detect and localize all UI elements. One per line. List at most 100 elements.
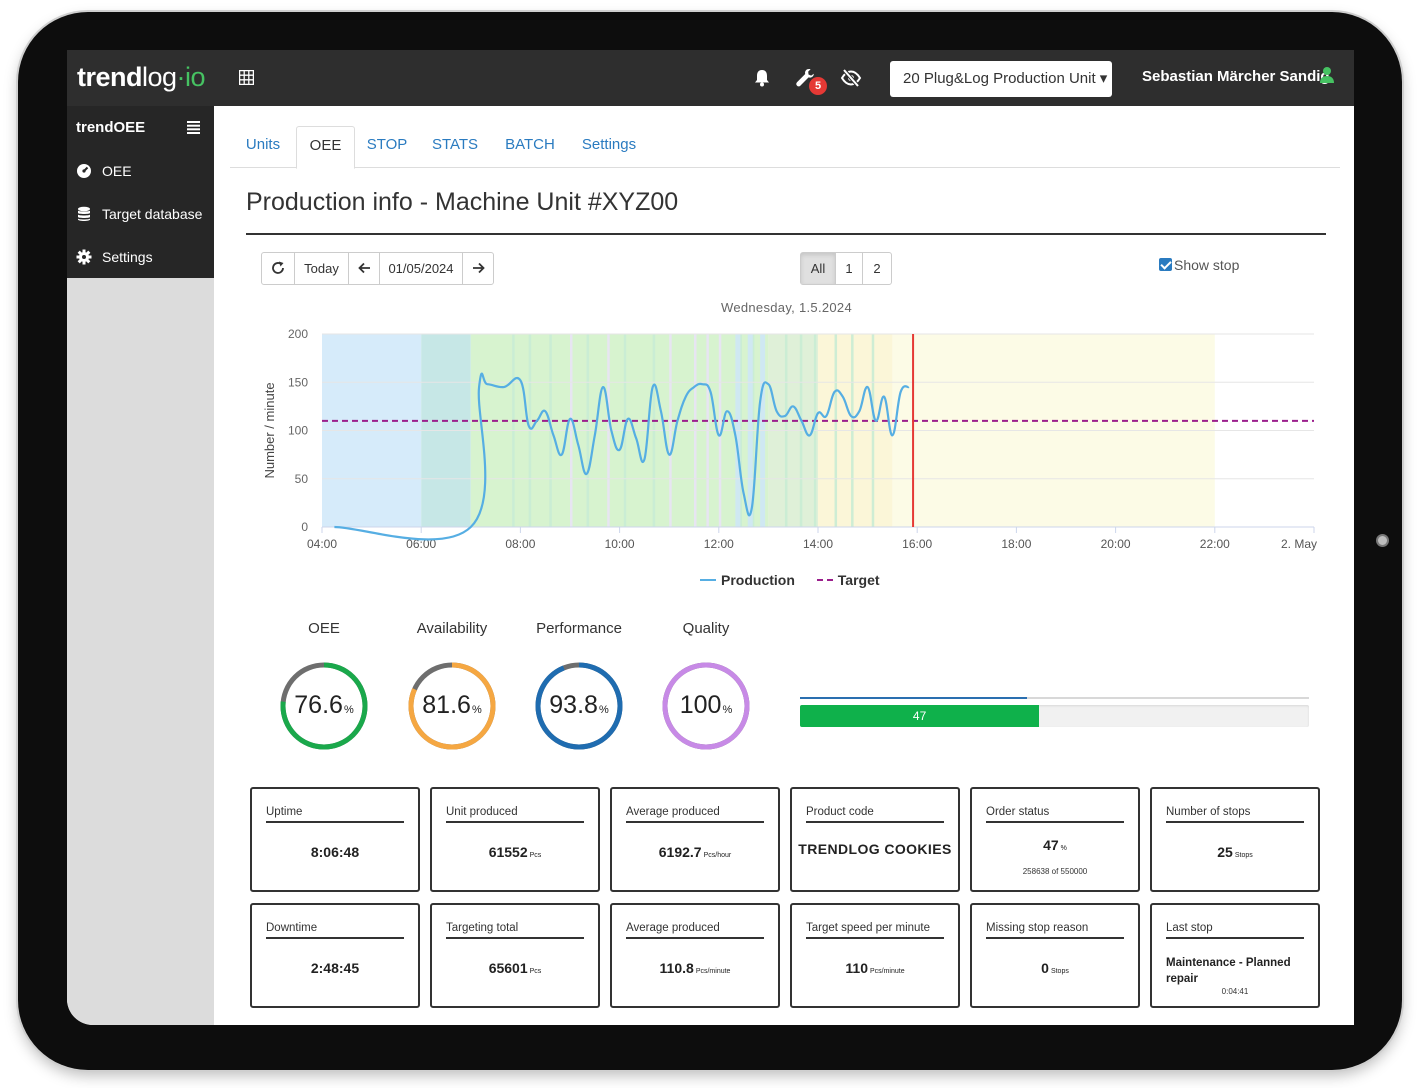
card-value: 61552 Pcs xyxy=(432,844,598,860)
database-icon xyxy=(78,206,90,221)
shift-2-button[interactable]: 2 xyxy=(863,253,891,284)
hamburger-menu-icon[interactable] xyxy=(187,120,200,134)
tab-stop[interactable]: STOP xyxy=(355,126,419,168)
tab-stats[interactable]: STATS xyxy=(419,126,491,168)
sidebar-item-target-database[interactable]: Target database xyxy=(76,204,202,224)
gauge-title: Quality xyxy=(682,620,730,637)
chart-x-tick-label: 10:00 xyxy=(605,537,635,551)
legend-target-swatch xyxy=(816,579,833,581)
gauge-availability: Availability 81.6% xyxy=(402,620,502,760)
grid-icon[interactable] xyxy=(239,70,254,85)
gauge-unit: % xyxy=(471,704,482,716)
kpi-card-missing-stop-reason: Missing stop reason 0 Stops xyxy=(970,903,1140,1008)
order-progress-bar: 47 xyxy=(800,705,1040,727)
chart-x-tick-label: 18:00 xyxy=(1001,537,1031,551)
gauge-quality: Quality 100% xyxy=(656,620,756,760)
gauge-oee: OEE 76.6% xyxy=(274,620,374,760)
card-value: 2:48:45 xyxy=(252,960,418,976)
camera-icon xyxy=(1376,534,1389,547)
refresh-button[interactable] xyxy=(262,253,295,284)
tab-units[interactable]: Units xyxy=(230,126,296,168)
sidebar-item-oee[interactable]: OEE xyxy=(76,161,132,181)
card-number: 65601 xyxy=(488,960,528,976)
card-number: 61552 xyxy=(488,844,528,860)
legend-production[interactable]: Production xyxy=(700,572,795,588)
legend-production-label: Production xyxy=(721,572,795,588)
card-unit: Stops xyxy=(1050,968,1069,975)
title-divider xyxy=(246,233,1326,235)
user-icon[interactable] xyxy=(1319,66,1335,84)
next-day-button[interactable] xyxy=(463,253,493,284)
kpi-card-average-produced: Average produced 6192.7 Pcs/hour xyxy=(610,787,780,892)
unit-selector-dropdown[interactable]: 20 Plug&Log Production Unit ▾ xyxy=(890,61,1112,97)
shift-all-button[interactable]: All xyxy=(801,253,836,284)
kpi-card-average-produced: Average produced 110.8 Pcs/minute xyxy=(610,903,780,1008)
prev-day-button[interactable] xyxy=(349,253,380,284)
eye-slash-icon[interactable] xyxy=(840,67,862,89)
sidebar: trendOEE OEE Target database Settings xyxy=(67,106,214,1025)
card-unit: Pcs xyxy=(529,968,542,975)
show-stop-label: Show stop xyxy=(1174,257,1240,273)
chart-y-tick-label: 150 xyxy=(288,375,308,389)
brand-logo[interactable]: trendlog·io xyxy=(77,62,206,93)
kpi-card-uptime: Uptime 8:06:48 xyxy=(250,787,420,892)
chart-x-tick-label: 08:00 xyxy=(505,537,535,551)
sidebar-title-bold: trend xyxy=(76,119,114,136)
legend-target[interactable]: Target xyxy=(816,572,880,588)
user-name[interactable]: Sebastian Märcher Sandig xyxy=(1142,68,1330,85)
card-unit: Pcs/minute xyxy=(695,968,731,975)
production-chart: 05010015020004:00 06:00 08:00 10:00 12:00 14:… xyxy=(262,327,1317,551)
shift-1-button[interactable]: 1 xyxy=(836,253,863,284)
card-value: 8:06:48 xyxy=(252,844,418,860)
gauge-value: 76.6% xyxy=(274,691,374,720)
sidebar-title: trendOEE xyxy=(76,119,145,136)
arrow-left-icon xyxy=(357,262,370,274)
card-value: 6192.7 Pcs/hour xyxy=(612,844,778,860)
top-navbar: trendlog·io 5 20 Plug&Log Production Uni… xyxy=(67,50,1354,106)
card-title: Order status xyxy=(986,806,1124,823)
legend-target-label: Target xyxy=(837,572,880,588)
kpi-card-targeting-total: Targeting total 65601 Pcs xyxy=(430,903,600,1008)
card-value: 0 Stops xyxy=(972,960,1138,976)
card-unit: Pcs xyxy=(529,852,542,859)
sidebar-menu: trendOEE OEE Target database Settings xyxy=(67,106,214,278)
app-screen: trendlog·io 5 20 Plug&Log Production Uni… xyxy=(67,50,1354,1025)
sidebar-item-settings[interactable]: Settings xyxy=(76,247,153,267)
sidebar-item-label: Target database xyxy=(102,206,203,222)
show-stop-toggle[interactable]: Show stop xyxy=(1159,257,1239,273)
legend-production-swatch xyxy=(700,579,716,581)
card-value: 110 Pcs/minute xyxy=(792,960,958,976)
chart-x-tick-label: 2. May xyxy=(1281,537,1317,551)
chart-y-tick-label: 0 xyxy=(301,520,308,534)
refresh-icon xyxy=(272,261,284,274)
logo-text-log: log xyxy=(142,62,177,92)
card-title: Average produced xyxy=(626,806,764,823)
gauge-unit: % xyxy=(598,704,609,716)
card-title: Uptime xyxy=(266,806,404,823)
order-progress-thin xyxy=(800,697,1027,699)
tab-settings[interactable]: Settings xyxy=(569,126,649,168)
tab-oee[interactable]: OEE xyxy=(296,126,355,169)
card-title: Targeting total xyxy=(446,922,584,939)
gauge-title: Performance xyxy=(536,620,622,637)
tab-batch[interactable]: BATCH xyxy=(491,126,569,168)
kpi-card-number-of-stops: Number of stops 25 Stops xyxy=(1150,787,1320,892)
dashboard-icon xyxy=(77,164,91,178)
card-value: 65601 Pcs xyxy=(432,960,598,976)
card-number: 0 xyxy=(1041,960,1049,976)
card-title: Average produced xyxy=(626,922,764,939)
date-field[interactable]: 01/05/2024 xyxy=(380,253,463,284)
card-number: 6192.7 xyxy=(658,844,702,860)
today-button[interactable]: Today xyxy=(295,253,349,284)
logo-text-io: ·io xyxy=(176,62,206,92)
card-unit: Pcs/hour xyxy=(703,852,732,859)
show-stop-checkbox[interactable] xyxy=(1159,258,1172,271)
gauge-value: 81.6% xyxy=(402,691,502,720)
gauge-performance: Performance 93.8% xyxy=(529,620,629,760)
card-number: 110.8 xyxy=(659,960,694,976)
chart-x-tick-label: 16:00 xyxy=(902,537,932,551)
card-value: 110.8 Pcs/minute xyxy=(612,960,778,976)
gauge-number: 93.8 xyxy=(549,691,598,719)
bell-icon[interactable] xyxy=(751,67,773,89)
chart-x-tick-label: 12:00 xyxy=(704,537,734,551)
